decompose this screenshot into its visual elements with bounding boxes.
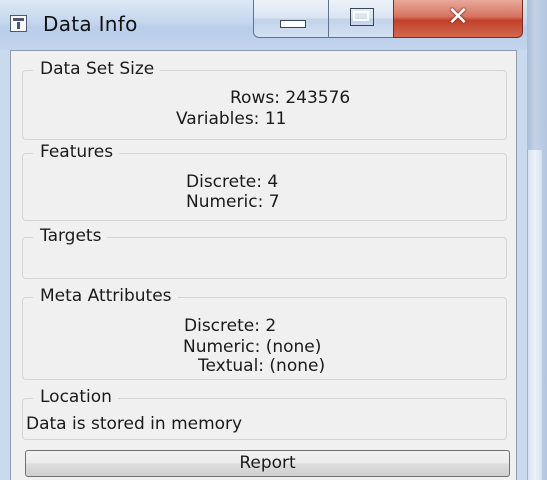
maximize-icon [350, 8, 374, 26]
meta-attributes-group: Meta Attributes Discrete: 2 Numeric: (no… [22, 286, 507, 380]
minimize-button[interactable] [253, 0, 329, 38]
meta-numeric-value: Numeric: (none) [183, 337, 322, 357]
meta-textual-value: Textual: (none) [198, 356, 326, 376]
features-group: Features Discrete: 4 Numeric: 7 [22, 142, 507, 221]
location-value: Data is stored in memory [26, 414, 243, 434]
scrollbar-thumb[interactable] [527, 150, 542, 480]
minimize-icon [280, 20, 306, 28]
title-bar[interactable]: Data Info ✕ [0, 0, 527, 50]
features-numeric-value: Numeric: 7 [186, 192, 280, 212]
report-button[interactable]: Report [25, 450, 510, 477]
data-set-size-title: Data Set Size [33, 59, 161, 79]
close-icon: ✕ [447, 2, 469, 32]
window-title: Data Info [43, 12, 138, 36]
meta-discrete-value: Discrete: 2 [184, 316, 277, 336]
features-title: Features [33, 142, 120, 162]
close-button[interactable]: ✕ [393, 0, 523, 38]
features-discrete-value: Discrete: 4 [186, 172, 279, 192]
meta-attributes-title: Meta Attributes [33, 286, 178, 306]
targets-title: Targets [33, 226, 108, 246]
location-title: Location [33, 387, 118, 407]
info-icon[interactable] [10, 15, 27, 32]
data-info-window: Data Info ✕ Data Set Size Rows: 243576 V… [0, 0, 527, 480]
maximize-button[interactable] [328, 0, 394, 38]
location-group: Location Data is stored in memory [22, 387, 507, 440]
variables-value: Variables: 11 [176, 109, 287, 129]
rows-value: Rows: 243576 [230, 88, 351, 108]
data-set-size-group: Data Set Size Rows: 243576 Variables: 11 [22, 59, 507, 140]
background-window-edge [527, 0, 547, 480]
targets-group: Targets [22, 226, 507, 279]
